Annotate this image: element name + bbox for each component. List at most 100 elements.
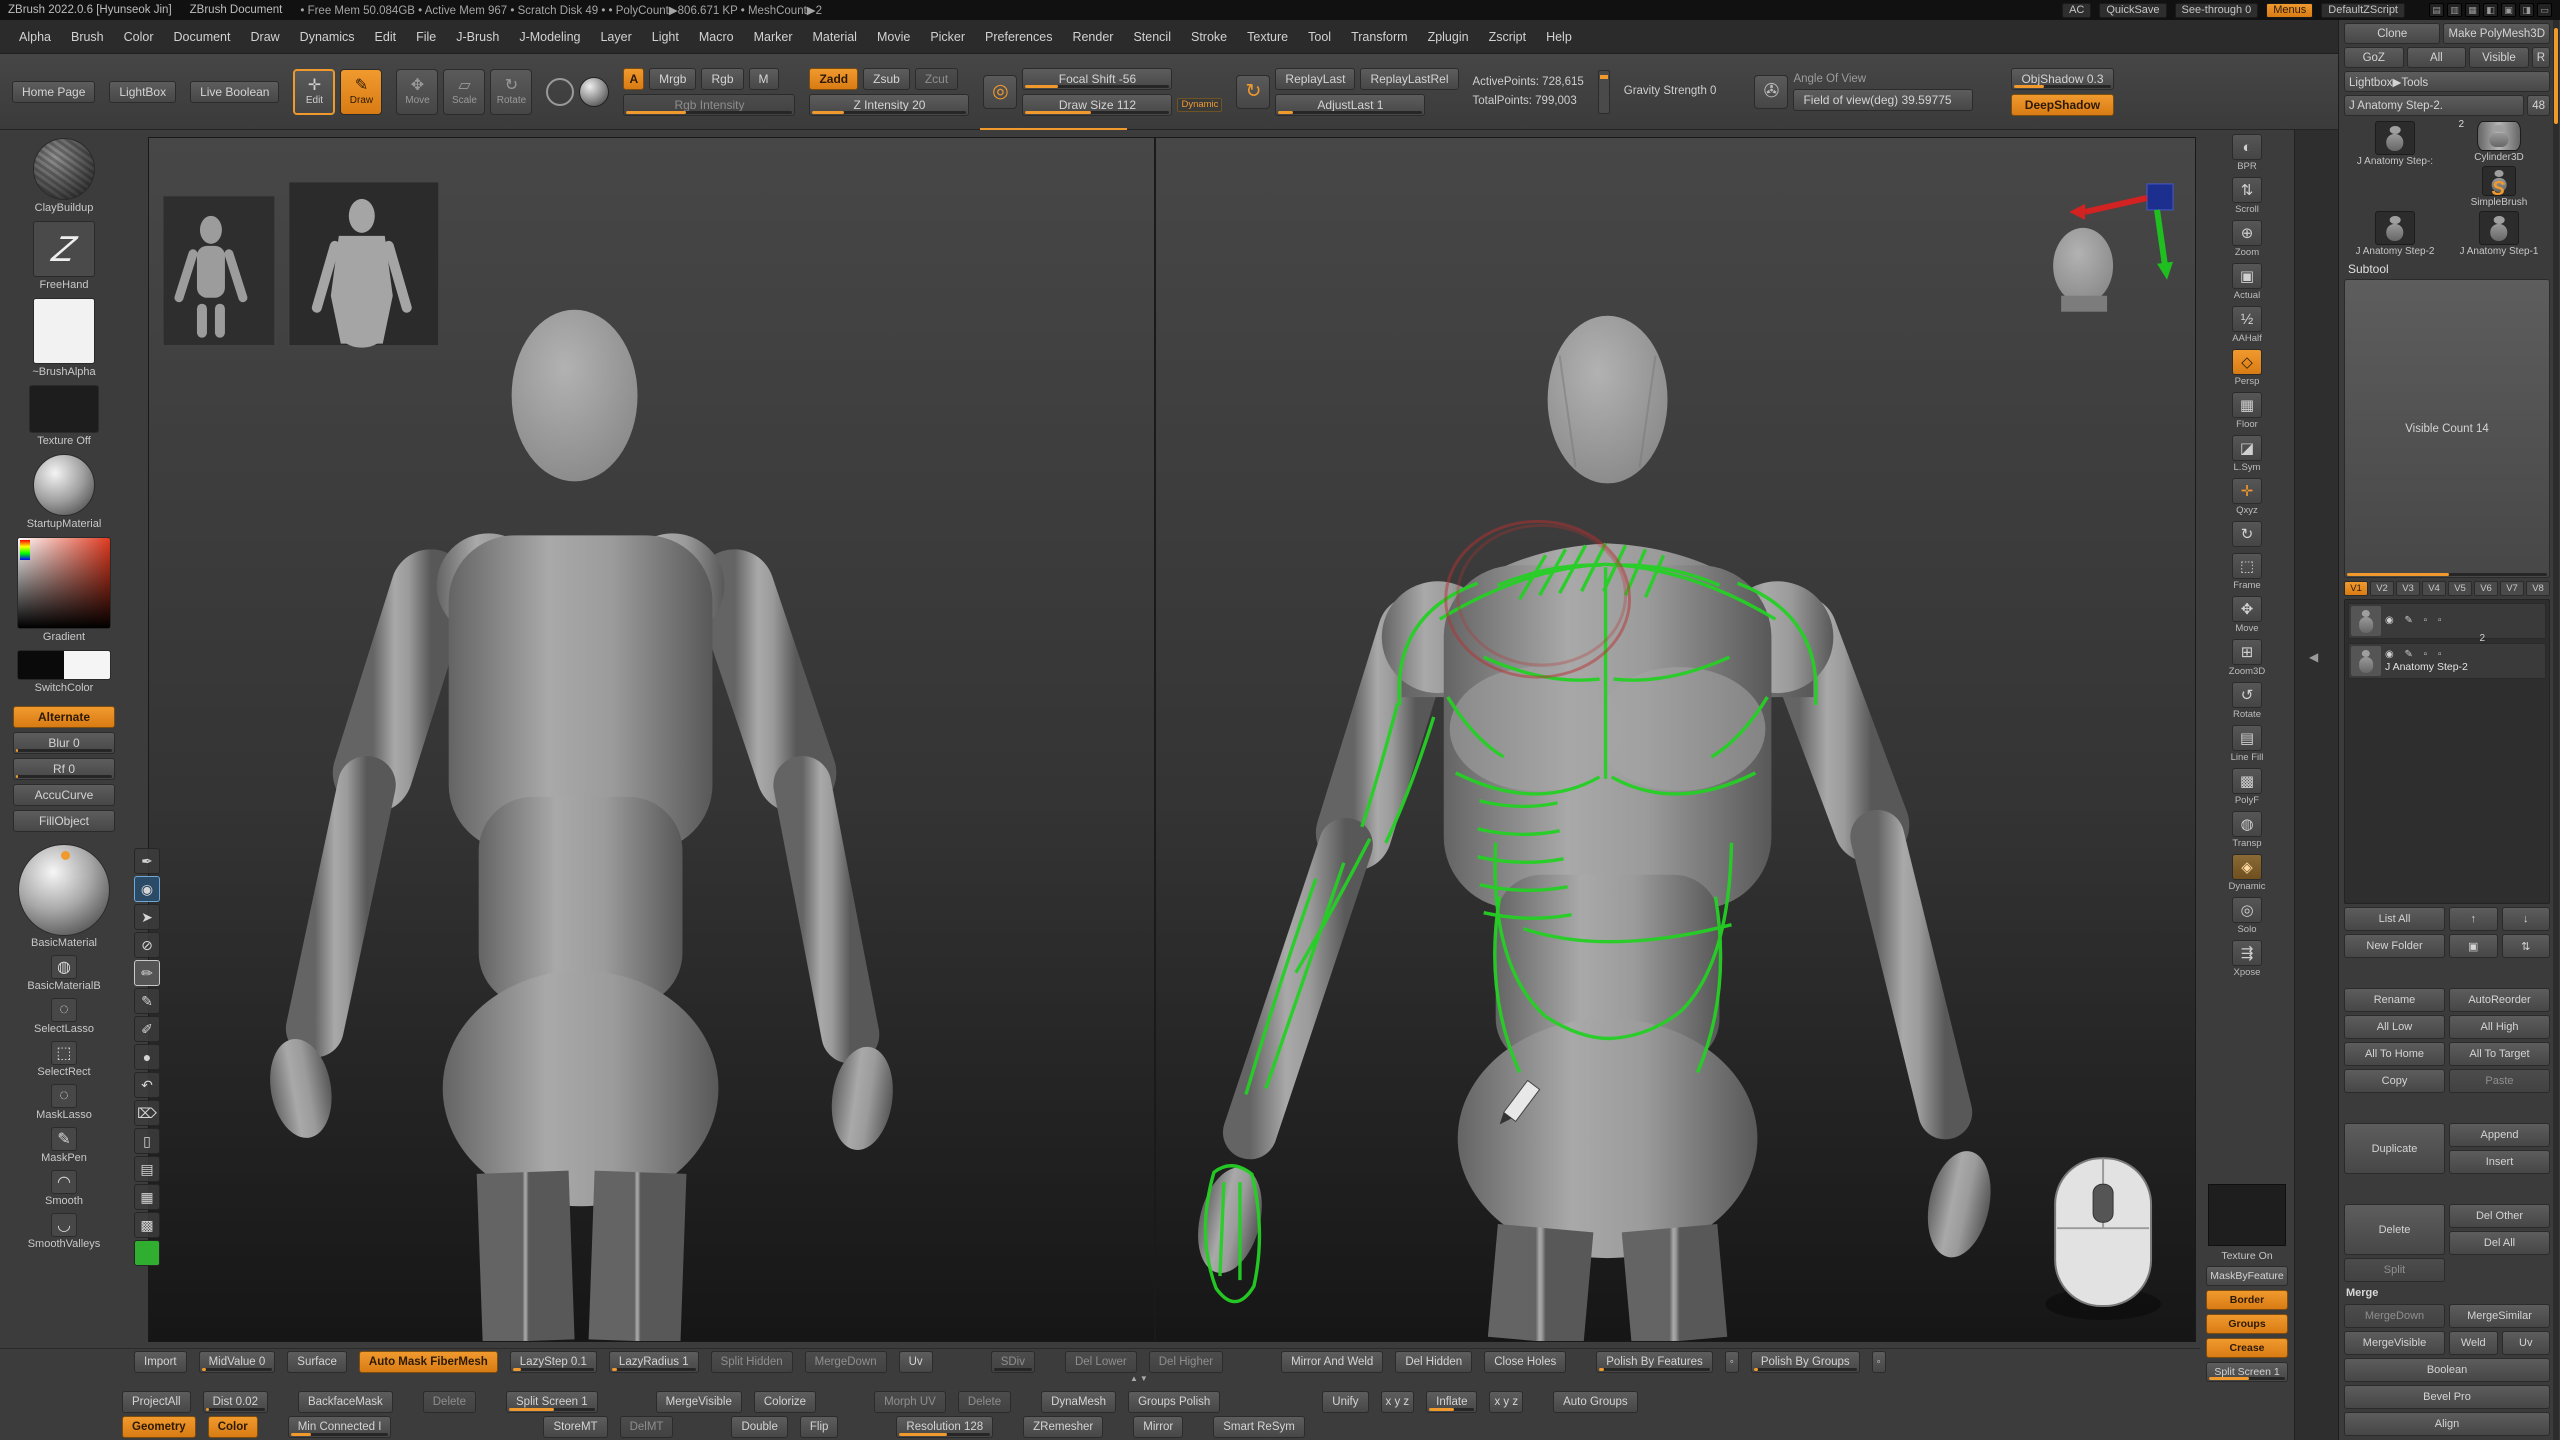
shelf-thumbnail[interactable] (17, 650, 111, 680)
rail-button[interactable]: ▣ Actual (2232, 263, 2262, 301)
subtool-action-button[interactable]: Uv (2502, 1331, 2551, 1355)
subtool-action-button[interactable]: AutoReorder (2449, 988, 2550, 1012)
subtool-action-button[interactable]: Insert (2449, 1150, 2550, 1174)
goz-visible-button[interactable]: Visible (2469, 47, 2529, 68)
shelf-mini-item[interactable]: ◠ Smooth (45, 1170, 83, 1207)
bottom-button[interactable]: Double (731, 1416, 787, 1438)
texture-thumbnail[interactable] (2208, 1184, 2286, 1246)
visible-count-slider[interactable]: Visible Count 14 (2344, 279, 2550, 578)
rail-icon[interactable]: ◈ (2232, 854, 2262, 880)
bottom-button[interactable]: MergeDown (805, 1351, 887, 1373)
replay-last-rel-button[interactable]: ReplayLastRel (1360, 68, 1458, 90)
bottom-button[interactable]: Auto Groups (1553, 1391, 1638, 1413)
version-tab[interactable]: V3 (2396, 581, 2420, 596)
menu-item[interactable]: Alpha (14, 27, 56, 47)
window-control-icon[interactable]: ▭ (2537, 3, 2552, 17)
quick-tool-icon[interactable]: ✐ (134, 1016, 160, 1042)
shelf-thumbnail[interactable] (33, 138, 95, 200)
shelf-mini-item[interactable]: ⬚ SelectRect (37, 1041, 90, 1078)
shelf-mini-icon[interactable]: ✎ (51, 1127, 77, 1151)
shelf-mini-item[interactable]: ◡ SmoothValleys (28, 1213, 101, 1250)
shelf-thumbnail[interactable] (33, 298, 95, 364)
gravity-strength-slider[interactable]: Gravity Strength 0 (1624, 84, 1717, 99)
menu-item[interactable]: Material (808, 27, 862, 47)
menu-item[interactable]: Light (647, 27, 684, 47)
rail-button[interactable]: ⬚ Frame (2232, 553, 2262, 591)
rail-icon[interactable]: ⊕ (2232, 220, 2262, 246)
shelf-mini-item[interactable]: ✎ MaskPen (41, 1127, 87, 1164)
bottom-button[interactable]: Close Holes (1484, 1351, 1566, 1373)
subtool-action-button[interactable]: MergeDown (2344, 1304, 2445, 1328)
tool-thumbnail-cell[interactable]: J Anatomy Step-1 (2450, 211, 2548, 257)
subtool-action-button[interactable]: ▣ (2449, 934, 2498, 958)
rail-icon[interactable]: ◎ (2232, 897, 2262, 923)
rail-button[interactable]: ▦ Floor (2232, 392, 2262, 430)
rail-button[interactable]: ⊕ Zoom (2232, 220, 2262, 258)
subtool-action-button[interactable]: All High (2449, 1015, 2550, 1039)
version-tab[interactable]: V7 (2500, 581, 2524, 596)
quick-column-button[interactable]: Split Screen 1 (2206, 1362, 2288, 1382)
rail-button[interactable]: ▩ PolyF (2232, 768, 2262, 806)
shelf-thumbnail[interactable] (17, 537, 111, 629)
bottom-button[interactable]: Groups Polish (1128, 1391, 1220, 1413)
quick-tool-icon[interactable]: ⊘ (134, 932, 160, 958)
shelf-mini-icon[interactable]: ⬚ (51, 1041, 77, 1065)
shelf-button[interactable]: AccuCurve (13, 784, 115, 806)
live-boolean-button[interactable]: Live Boolean (190, 81, 279, 103)
version-tab[interactable]: V1 (2344, 581, 2368, 596)
tool-thumbnail-image[interactable] (2375, 121, 2415, 155)
document-viewport[interactable] (148, 137, 2196, 1342)
menu-item[interactable]: Movie (872, 27, 915, 47)
bottom-button[interactable]: Colorize (754, 1391, 816, 1413)
subtool-row[interactable]: 2 ◉ ✎ ▫ ▫ J Anatomy Step-2 (2348, 643, 2546, 679)
clone-button[interactable]: Clone (2344, 23, 2440, 44)
menu-item[interactable]: Color (119, 27, 159, 47)
subtool-action-button[interactable]: Align (2344, 1412, 2550, 1436)
rail-button[interactable]: ◐ BPR (2232, 134, 2262, 172)
panel-scrollbar[interactable] (2553, 20, 2559, 1440)
shelf-slot[interactable]: ClayBuildup (33, 138, 95, 214)
subtool-thumbnail[interactable] (2351, 646, 2381, 676)
rgb-button[interactable]: Rgb (701, 68, 743, 90)
bottom-button[interactable]: Delete (423, 1391, 476, 1413)
rail-button[interactable]: ◪ L.Sym (2232, 435, 2262, 473)
quick-tool-icon[interactable]: ■ (134, 1240, 160, 1266)
rail-icon[interactable]: ◐ (2232, 134, 2262, 160)
tool-thumbnail-image[interactable] (2375, 211, 2415, 245)
quick-tool-icon[interactable]: ✏ (134, 960, 160, 986)
menu-item[interactable]: J-Modeling (514, 27, 585, 47)
subtool-action-button[interactable]: Del Other (2449, 1204, 2550, 1228)
subtool-visibility-icons[interactable]: ◉ ✎ ▫ ▫ (2385, 649, 2468, 660)
subtool-section-header[interactable]: Subtool (2344, 262, 2550, 276)
menu-item[interactable]: Zplugin (1423, 27, 1474, 47)
titlebar-button[interactable]: QuickSave (2099, 3, 2166, 18)
quick-tool-icon[interactable]: ▩ (134, 1212, 160, 1238)
subtool-action-button[interactable]: ⇅ (2502, 934, 2551, 958)
bottom-button[interactable]: Delete (958, 1391, 1011, 1413)
bottom-button[interactable]: Polish By Features (1596, 1351, 1713, 1373)
rail-icon[interactable]: ▩ (2232, 768, 2262, 794)
bottom-button[interactable]: x y z (1489, 1391, 1523, 1413)
make-polymesh3d-button[interactable]: Make PolyMesh3D (2443, 23, 2550, 44)
bottom-button[interactable]: Resolution 128 (896, 1416, 993, 1438)
draw-button[interactable]: ✎ Draw (340, 69, 382, 115)
subtool-action-button[interactable]: MergeVisible (2344, 1331, 2445, 1355)
bottom-button[interactable]: LazyStep 0.1 (510, 1351, 597, 1373)
bottom-button[interactable]: Flip (800, 1416, 839, 1438)
shelf-button[interactable]: Rf 0 (13, 758, 115, 780)
bottom-button[interactable]: ◦ (1872, 1351, 1886, 1373)
rail-button[interactable]: ▤ Line Fill (2231, 725, 2264, 763)
bottom-button[interactable]: Import (134, 1351, 187, 1373)
window-control-icon[interactable]: ▤ (2429, 3, 2444, 17)
menu-item[interactable]: Render (1067, 27, 1118, 47)
menu-item[interactable]: Stencil (1128, 27, 1176, 47)
menu-item[interactable]: Zscript (1484, 27, 1532, 47)
window-control-icon[interactable]: ◨ (2519, 3, 2534, 17)
shelf-mini-item[interactable]: ◌ MaskLasso (36, 1084, 92, 1121)
replay-last-button[interactable]: ReplayLast (1275, 68, 1355, 90)
dynamic-toggle[interactable]: Dynamic (1177, 98, 1222, 112)
tool-thumbnail-image[interactable] (2477, 121, 2521, 151)
subtool-action-button[interactable]: Duplicate (2344, 1123, 2445, 1174)
rail-icon[interactable]: ½ (2232, 306, 2262, 332)
menu-item[interactable]: Tool (1303, 27, 1336, 47)
